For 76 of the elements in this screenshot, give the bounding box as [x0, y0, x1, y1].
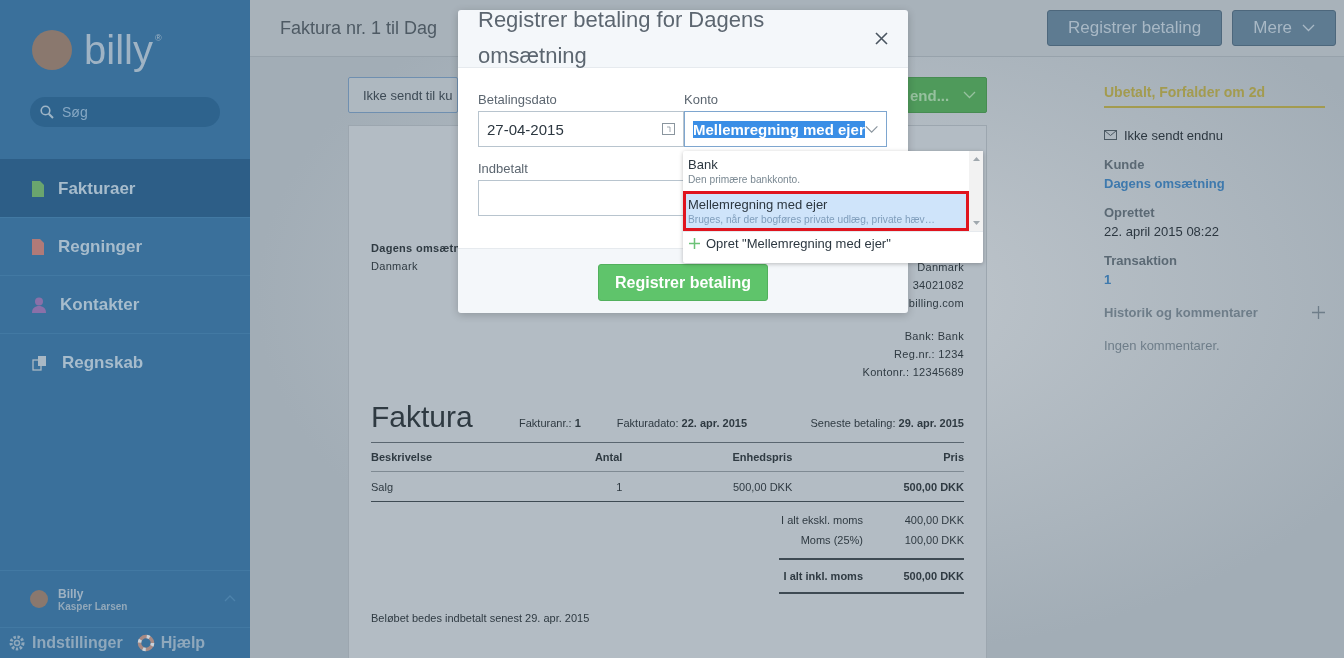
search-icon [40, 105, 54, 119]
total-label: I alt inkl. moms [782, 570, 863, 582]
history-heading: Historik og kommentarer [1104, 305, 1258, 320]
user-name: Billy [58, 586, 85, 601]
invoice-heading: Faktura [371, 400, 474, 434]
invoice-meta: Fakturadato: 22. apr. 2015 [616, 417, 748, 429]
register-payment-button[interactable]: Registrer betaling [1047, 10, 1223, 46]
field-label: Konto [684, 92, 719, 107]
detail-label: Oprettet [1104, 205, 1156, 220]
table-cell: 500,00 DKK [792, 471, 964, 502]
dropdown-option[interactable]: Bank Den primære bankkonto. [683, 151, 969, 191]
sender-address-line: Danmark [917, 261, 964, 273]
bank-info-line: Kontonr.: 12345689 [862, 366, 964, 378]
table-cell: Salg [371, 471, 545, 502]
plus-icon [689, 238, 700, 249]
scroll-down-icon[interactable] [972, 221, 980, 225]
detail-label: Kunde [1104, 157, 1146, 172]
payment-note: Beløbet bedes indbetalt senest 29. apr. 2015 [371, 612, 591, 624]
invoice-status: Ubetalt, Forfalder om 2d [1104, 84, 1325, 108]
scrollbar[interactable] [969, 151, 983, 231]
total-label: I alt ekskl. moms [780, 514, 863, 526]
settings-icon [8, 634, 26, 652]
field-label: Betalingsdato [478, 92, 558, 107]
column-header: Antal [544, 443, 623, 472]
user-avatar-icon [30, 590, 48, 608]
sender-address-line: billing.com [908, 297, 964, 309]
detail-link[interactable]: Dagens omsætning [1104, 176, 1325, 191]
sender-address-line: 34021082 [912, 279, 964, 291]
plus-icon[interactable] [1312, 306, 1325, 319]
total-value: 100,00 DKK [904, 534, 964, 546]
bank-info-line: Bank: Bank [904, 330, 964, 342]
user-subtitle: Kasper Larsen [58, 600, 128, 612]
bank-info-line: Reg.nr.: 1234 [894, 348, 964, 360]
close-icon[interactable] [875, 32, 888, 45]
column-header: Beskrivelse [371, 443, 545, 472]
dialog-title: Registrer betaling for Dagens omsætning [478, 6, 766, 67]
total-value: 400,00 DKK [904, 514, 964, 526]
scroll-up-icon[interactable] [972, 157, 980, 161]
page-title: Faktura nr. 1 til Dag [280, 17, 438, 39]
invoice-meta: Fakturanr.: 1 [519, 417, 581, 429]
account-select[interactable]: Mellemregning med ejer [684, 111, 887, 147]
total-value: 500,00 DKK [903, 570, 964, 582]
register-payment-button[interactable]: Registrer betaling [598, 264, 768, 301]
send-status-button[interactable]: Ikke sendt til ku [348, 77, 458, 113]
send-button[interactable]: end... [907, 77, 987, 113]
invoice-meta: Seneste betaling: 29. apr. 2015 [810, 417, 964, 429]
detail-link[interactable]: 1 [1104, 272, 1325, 287]
create-account-option[interactable]: Opret "Mellemregning med ejer" [683, 231, 983, 255]
more-menu-button[interactable]: Mere [1232, 10, 1336, 46]
detail-value: 22. april 2015 08:22 [1104, 224, 1220, 239]
dropdown-option[interactable]: Mellemregning med ejer Bruges, når der bogføres private udlæg, private hæv… [683, 191, 969, 231]
column-header: Pris [792, 443, 964, 472]
date-field[interactable]: 27-04-2015 [478, 111, 684, 147]
envelope-icon [1104, 130, 1118, 141]
field-label: Indbetalt [478, 161, 529, 176]
chevron-down-icon [864, 124, 878, 134]
lifebuoy-icon [136, 634, 155, 652]
search-field[interactable]: Søg [30, 97, 220, 127]
help-link[interactable]: Hjælp [136, 634, 206, 652]
detail-label: Transaktion [1104, 253, 1178, 268]
logo-avatar-icon [32, 30, 72, 70]
chevron-down-icon [1302, 24, 1315, 32]
empty-comments-text: Ingen kommentarer. [1104, 338, 1221, 353]
logo-text: billy [84, 30, 153, 70]
sidebar-item[interactable]: Fakturaer [0, 159, 250, 217]
settings-link[interactable]: Indstillinger [8, 634, 123, 652]
trademark-mark: ® [154, 34, 162, 43]
calendar-icon[interactable] [662, 123, 675, 135]
column-header: Enhedspris [622, 443, 793, 472]
chevron-down-icon [963, 91, 976, 99]
table-cell: 500,00 DKK [622, 471, 793, 502]
total-label: Moms (25%) [799, 534, 863, 546]
sent-status: Ikke sendt endnu [1124, 128, 1224, 143]
customer-address-line: Danmark [371, 260, 419, 272]
table-cell: 1 [544, 471, 623, 502]
amount-field[interactable] [478, 180, 684, 216]
